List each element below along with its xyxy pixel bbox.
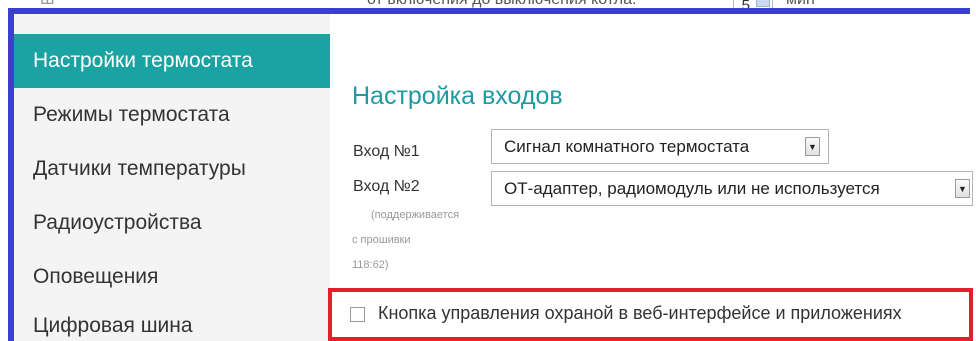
chevron-down-icon[interactable]: ▼: [805, 137, 820, 156]
input1-label: Вход №1: [353, 143, 420, 160]
sidebar-item-radio-devices[interactable]: Радиоустройства: [14, 196, 330, 250]
security-option-highlight: Кнопка управления охраной в веб-интерфей…: [328, 288, 973, 341]
input1-select-value: Сигнал комнатного термостата: [504, 136, 750, 156]
delay-unit: мин: [786, 0, 815, 9]
delay-value: 5: [741, 0, 750, 14]
delay-number-input[interactable]: 5: [733, 0, 773, 14]
sidebar-item-label: Настройки термостата: [33, 49, 253, 72]
input2-label: Вход №2: [353, 178, 420, 195]
sidebar-item-label: Оповещения: [33, 265, 159, 288]
chevron-down-icon[interactable]: ▼: [955, 179, 970, 198]
sidebar-item-thermostat-settings[interactable]: Настройки термостата: [14, 34, 330, 88]
clipped-left-text: Ш: [40, 0, 55, 9]
sidebar-item-label: Радиоустройства: [33, 211, 202, 234]
input2-note-line3: 118:62): [352, 259, 389, 271]
input2-note-line2: с прошивки: [352, 234, 411, 246]
security-button-label[interactable]: Кнопка управления охраной в веб-интерфей…: [378, 303, 902, 324]
delay-label: от включения до выключения котла:: [367, 0, 636, 9]
sidebar-item-digital-bus[interactable]: Цифровая шина: [14, 304, 330, 341]
section-title: Настройка входов: [352, 82, 563, 110]
top-clipped-row: Ш от включения до выключения котла: 5 ми…: [0, 0, 976, 14]
security-button-checkbox[interactable]: [350, 307, 365, 322]
input2-select-value: ОТ-адаптер, радиомодуль или не используе…: [504, 178, 880, 198]
input1-select[interactable]: Сигнал комнатного термостата ▼: [491, 129, 829, 164]
sidebar-item-label: Режимы термостата: [33, 103, 230, 126]
sidebar-item-notifications[interactable]: Оповещения: [14, 250, 330, 304]
sidebar-item-label: Датчики температуры: [33, 157, 246, 180]
sidebar-item-temperature-sensors[interactable]: Датчики температуры: [14, 142, 330, 196]
sidebar-nav: Настройки термостата Режимы термостата Д…: [14, 14, 330, 341]
spinner-arrows-icon[interactable]: [756, 0, 770, 7]
sidebar-item-thermostat-modes[interactable]: Режимы термостата: [14, 88, 330, 142]
sidebar-item-label: Цифровая шина: [33, 314, 193, 337]
input2-note-line1: (поддерживается: [371, 209, 460, 221]
input2-select[interactable]: ОТ-адаптер, радиомодуль или не используе…: [491, 171, 973, 206]
